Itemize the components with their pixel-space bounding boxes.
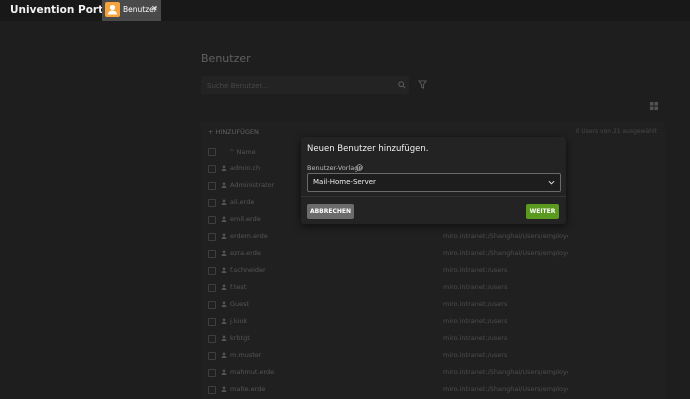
add-user-dialog: Neuen Benutzer hinzufügen. Benutzer-Vorl… <box>301 137 566 224</box>
dialog-divider <box>301 196 566 197</box>
chevron-down-icon <box>548 180 555 185</box>
help-icon[interactable]: ? <box>356 164 363 171</box>
template-label: Benutzer-Vorlage <box>307 164 363 172</box>
cancel-button[interactable]: ABBRECHEN <box>307 204 354 219</box>
template-select-value: Mail-Home-Server <box>313 178 376 186</box>
portal-title[interactable]: Univention Portal <box>10 4 114 16</box>
user-icon <box>105 2 120 17</box>
template-select[interactable]: Mail-Home-Server <box>307 173 561 192</box>
next-button[interactable]: WEITER <box>526 204 559 219</box>
dialog-title: Neuen Benutzer hinzufügen. <box>307 144 429 154</box>
top-bar: Univention Portal Benutzer ✕ <box>0 0 690 21</box>
tab-benutzer[interactable]: Benutzer ✕ <box>102 0 161 21</box>
close-icon[interactable]: ✕ <box>151 4 158 13</box>
